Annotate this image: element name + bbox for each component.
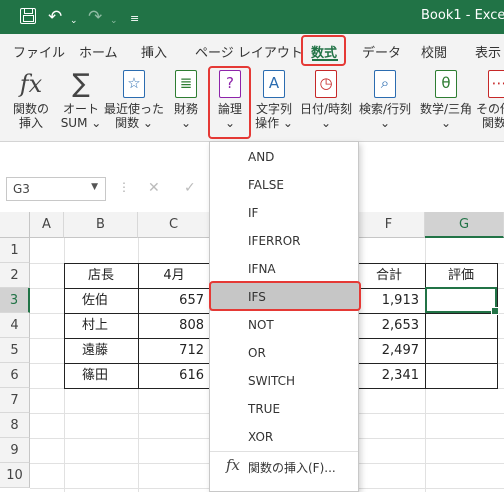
menu-separator bbox=[210, 451, 358, 452]
menu-item-and[interactable]: AND bbox=[210, 143, 358, 171]
row-header-5[interactable]: 5 bbox=[0, 338, 30, 363]
cell-f3[interactable]: 1,913 bbox=[353, 288, 425, 313]
cell-b4[interactable]: 村上 bbox=[82, 313, 138, 338]
menu-item-if[interactable]: IF bbox=[210, 199, 358, 227]
row-header-2[interactable]: 2 bbox=[0, 263, 30, 288]
row-header-3[interactable]: 3 bbox=[0, 288, 30, 313]
tab-view[interactable]: 表示 bbox=[475, 42, 501, 61]
tab-data[interactable]: データ bbox=[362, 42, 401, 61]
menu-item-or[interactable]: OR bbox=[210, 339, 358, 367]
clock-book-icon: ◷ bbox=[315, 70, 337, 98]
formula-bar-grip-icon: ⋮ bbox=[118, 180, 130, 194]
financial-button[interactable]: ≣ 財務 ⌄ bbox=[166, 70, 206, 130]
cell-f5[interactable]: 2,497 bbox=[353, 338, 425, 363]
tab-home[interactable]: ホーム bbox=[79, 42, 118, 61]
window-title: Book1 - Exce bbox=[421, 8, 504, 23]
active-cell-g3[interactable] bbox=[425, 287, 499, 315]
column-header-b[interactable]: B bbox=[64, 212, 138, 238]
cell-b2[interactable]: 店長 bbox=[64, 263, 138, 288]
cell-c6[interactable]: 616 bbox=[138, 363, 210, 388]
title-bar: ↶ ⌄ ↷ ⌄ ≡ Book1 - Exce bbox=[0, 0, 504, 34]
name-box-dropdown-icon[interactable]: ▼ bbox=[91, 182, 98, 192]
redo-icon[interactable]: ↷ bbox=[88, 7, 102, 27]
cell-f6[interactable]: 2,341 bbox=[353, 363, 425, 388]
tab-file[interactable]: ファイル bbox=[13, 42, 65, 61]
row-header-7[interactable]: 7 bbox=[0, 388, 30, 413]
row-header-1[interactable]: 1 bbox=[0, 238, 30, 263]
search-book-icon: ⌕ bbox=[374, 70, 396, 98]
cell-b5[interactable]: 遠藤 bbox=[82, 338, 138, 363]
theta-book-icon: θ bbox=[435, 70, 457, 98]
cell-b6[interactable]: 篠田 bbox=[82, 363, 138, 388]
cell-b3[interactable]: 佐伯 bbox=[82, 288, 138, 313]
column-header-a[interactable]: A bbox=[30, 212, 64, 238]
star-book-icon: ☆ bbox=[123, 70, 145, 98]
tab-page-layout[interactable]: ページ レイアウト bbox=[195, 42, 303, 61]
cancel-icon[interactable]: ✕ bbox=[148, 180, 160, 196]
name-box[interactable]: G3 ▼ bbox=[6, 177, 106, 201]
menu-item-iferror[interactable]: IFERROR bbox=[210, 227, 358, 255]
select-all-corner[interactable] bbox=[0, 212, 30, 238]
cell-g2[interactable]: 評価 bbox=[425, 263, 497, 288]
row-header-9[interactable]: 9 bbox=[0, 438, 30, 463]
enter-icon[interactable]: ✓ bbox=[184, 180, 196, 196]
math-trig-button[interactable]: θ 数学/三角 ⌄ bbox=[416, 70, 476, 130]
logical-functions-menu: AND FALSE IF IFERROR IFNA IFS NOT OR SWI… bbox=[209, 141, 359, 492]
more-book-icon: ⋯ bbox=[488, 70, 504, 98]
row-header-10[interactable]: 10 bbox=[0, 463, 30, 488]
cell-f4[interactable]: 2,653 bbox=[353, 313, 425, 338]
ifs-highlight-box bbox=[209, 281, 361, 311]
tab-insert[interactable]: 挿入 bbox=[141, 42, 167, 61]
menu-item-ifna[interactable]: IFNA bbox=[210, 255, 358, 283]
cell-c5[interactable]: 712 bbox=[138, 338, 210, 363]
column-header-c[interactable]: C bbox=[138, 212, 210, 238]
excel-window: ↶ ⌄ ↷ ⌄ ≡ Book1 - Exce ファイル ホーム 挿入 ページ レ… bbox=[0, 0, 504, 492]
text-book-icon: A bbox=[263, 70, 285, 98]
logical-highlight-box bbox=[208, 66, 251, 139]
fx-icon: fx bbox=[19, 70, 43, 98]
lookup-reference-button[interactable]: ⌕ 検索/行列 ⌄ bbox=[356, 70, 414, 130]
row-header-6[interactable]: 6 bbox=[0, 363, 30, 388]
more-functions-button[interactable]: ⋯ その他 関数 bbox=[476, 70, 504, 130]
ribbon-tabs: ファイル ホーム 挿入 ページ レイアウト 数式 データ 校閲 表示 bbox=[0, 34, 504, 66]
text-functions-button[interactable]: A 文字列 操作 ⌄ bbox=[252, 70, 296, 130]
row-header-8[interactable]: 8 bbox=[0, 413, 30, 438]
customize-quick-access-icon[interactable]: ≡ bbox=[130, 9, 139, 29]
menu-item-true[interactable]: TRUE bbox=[210, 395, 358, 423]
save-icon[interactable] bbox=[20, 8, 36, 24]
menu-item-switch[interactable]: SWITCH bbox=[210, 367, 358, 395]
tab-review[interactable]: 校閲 bbox=[421, 42, 447, 61]
column-header-g[interactable]: G bbox=[425, 212, 504, 238]
cell-c2[interactable]: 4月 bbox=[138, 263, 210, 288]
recently-used-button[interactable]: ☆ 最近使った 関数 ⌄ bbox=[104, 70, 164, 130]
insert-function-button[interactable]: fx 関数の 挿入 bbox=[8, 70, 54, 130]
undo-icon[interactable]: ↶ bbox=[48, 7, 62, 27]
sigma-icon: ∑ bbox=[72, 69, 90, 99]
tab-highlight-box bbox=[301, 35, 346, 66]
fx-icon: fx bbox=[226, 456, 241, 474]
menu-item-not[interactable]: NOT bbox=[210, 311, 358, 339]
ribbon: fx 関数の 挿入 ∑ オート SUM ⌄ ☆ 最近使った 関数 ⌄ ≣ 財務 … bbox=[0, 66, 504, 142]
menu-item-false[interactable]: FALSE bbox=[210, 171, 358, 199]
row-header-4[interactable]: 4 bbox=[0, 313, 30, 338]
date-time-button[interactable]: ◷ 日付/時刻 ⌄ bbox=[296, 70, 356, 130]
menu-item-xor[interactable]: XOR bbox=[210, 423, 358, 451]
cell-c4[interactable]: 808 bbox=[138, 313, 210, 338]
menu-item-insert-function[interactable]: 関数の挿入(F)... bbox=[248, 459, 336, 476]
cell-f2[interactable]: 合計 bbox=[353, 263, 425, 288]
coins-book-icon: ≣ bbox=[175, 70, 197, 98]
column-header-f[interactable]: F bbox=[353, 212, 425, 238]
undo-dropdown-icon[interactable]: ⌄ bbox=[70, 11, 78, 31]
redo-dropdown-icon[interactable]: ⌄ bbox=[110, 11, 118, 31]
autosum-button[interactable]: ∑ オート SUM ⌄ bbox=[58, 70, 104, 130]
cell-c3[interactable]: 657 bbox=[138, 288, 210, 313]
